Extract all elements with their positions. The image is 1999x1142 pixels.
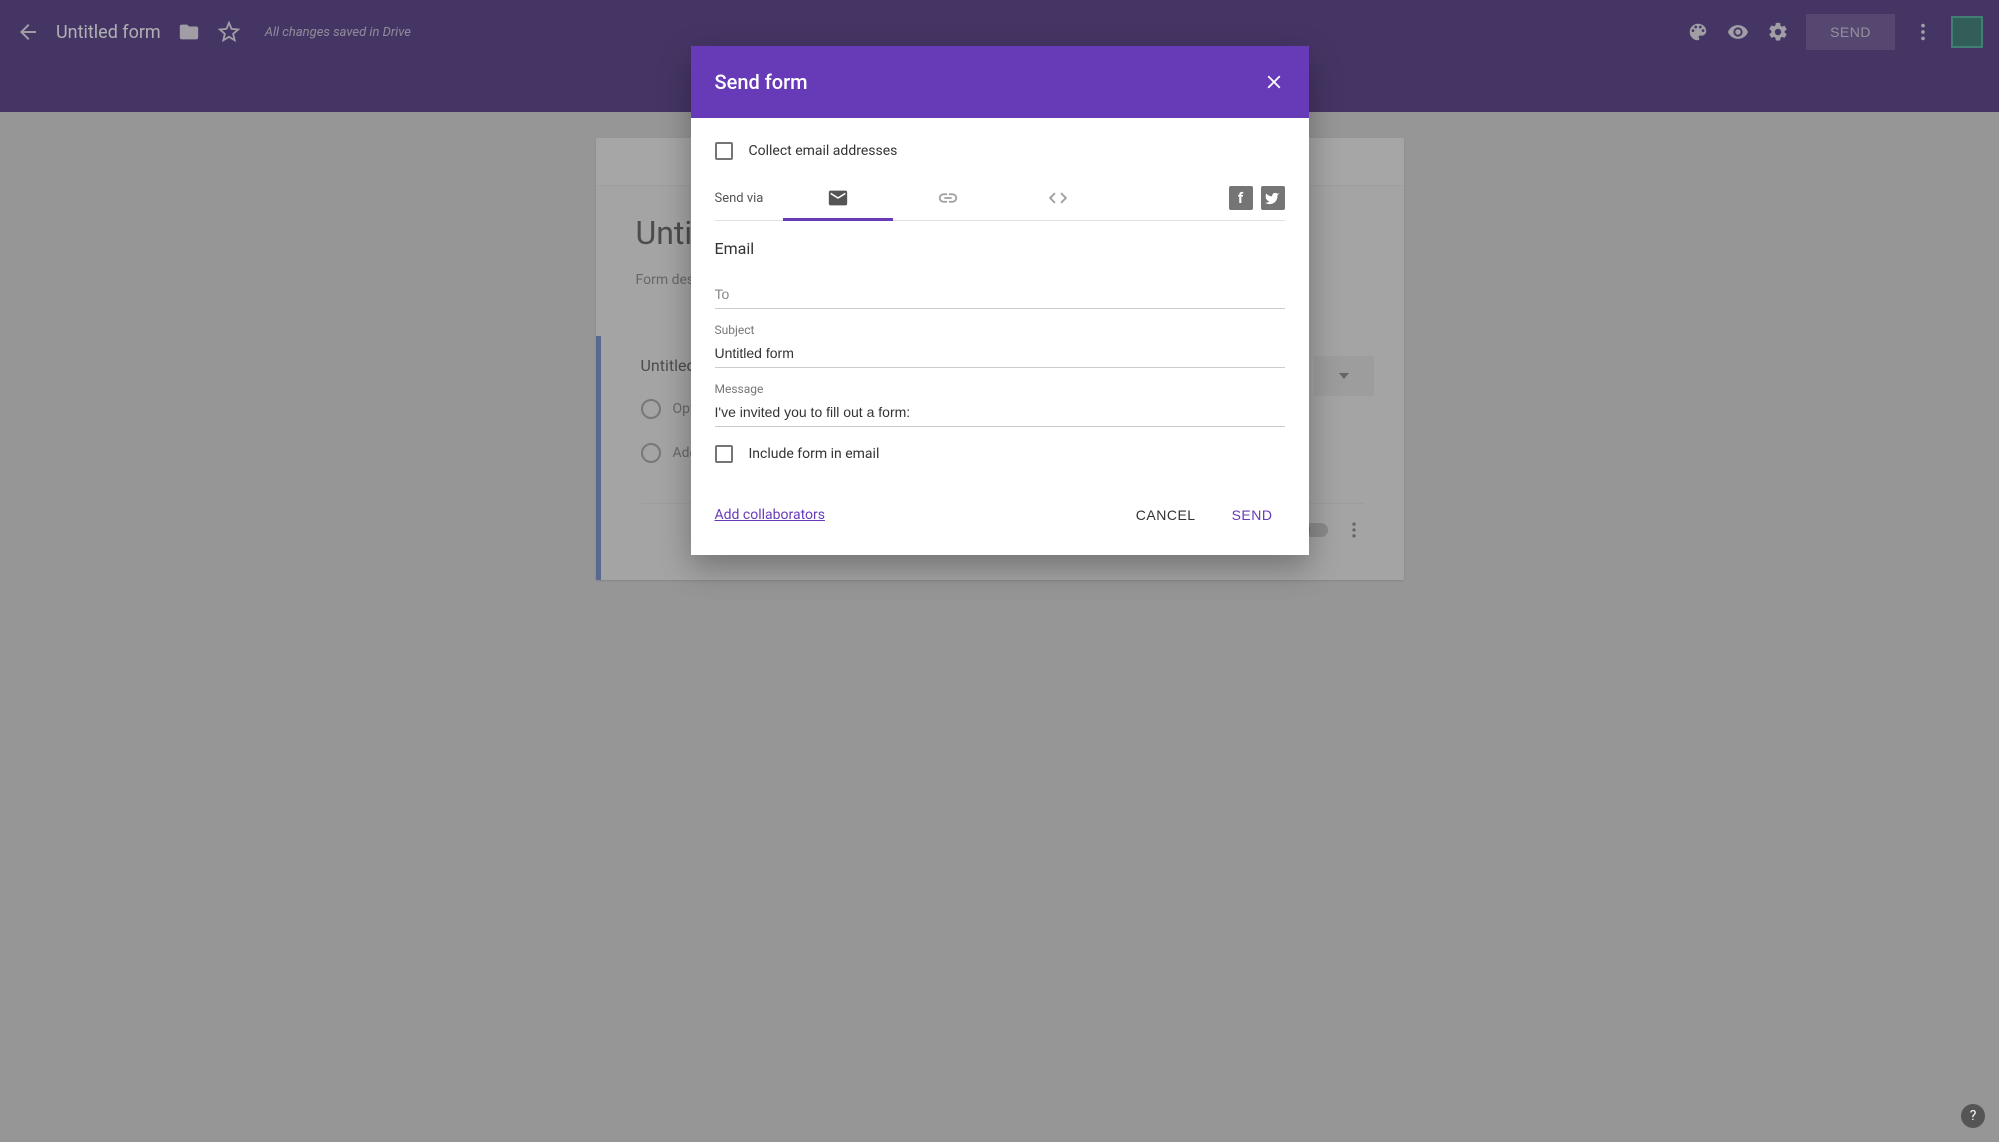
message-label: Message [715,382,1285,396]
include-form-label: Include form in email [749,446,880,462]
twitter-share-icon[interactable] [1261,186,1285,210]
email-section-title: Email [715,221,1285,266]
subject-label: Subject [715,323,1285,337]
dialog-header: Send form [691,46,1309,118]
help-icon[interactable]: ? [1961,1104,1985,1128]
send-form-dialog: Send form Collect email addresses Send v… [691,46,1309,555]
close-icon[interactable] [1263,71,1285,93]
dialog-send-button[interactable]: SEND [1220,499,1285,531]
facebook-share-icon[interactable]: f [1229,186,1253,210]
add-collaborators-link[interactable]: Add collaborators [715,507,825,523]
include-form-checkbox[interactable] [715,445,733,463]
collect-emails-label: Collect email addresses [749,143,898,159]
subject-field[interactable] [715,339,1285,368]
send-via-embed-tab[interactable] [1003,176,1113,220]
cancel-button[interactable]: CANCEL [1124,499,1208,531]
dialog-title: Send form [715,70,808,94]
send-via-label: Send via [715,191,784,206]
message-field[interactable] [715,398,1285,427]
send-via-email-tab[interactable] [783,176,893,220]
collect-emails-checkbox[interactable] [715,142,733,160]
to-field[interactable] [715,280,1285,309]
send-via-link-tab[interactable] [893,176,1003,220]
